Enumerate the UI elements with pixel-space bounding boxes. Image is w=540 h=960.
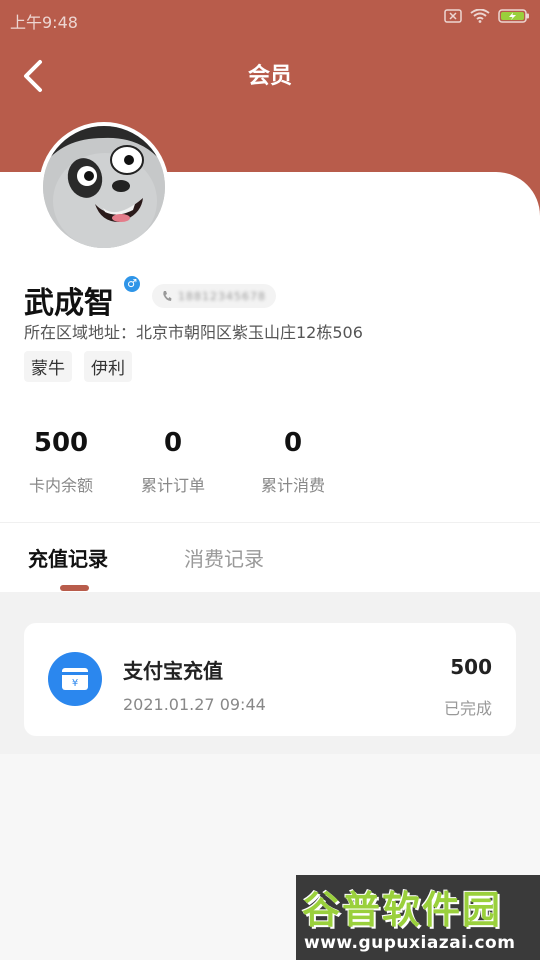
record-time: 2021.01.27 09:44	[123, 695, 266, 714]
tab-recharge-records[interactable]: 充值记录	[28, 543, 108, 572]
record-title: 支付宝充值	[123, 659, 223, 683]
stat-balance[interactable]: 500 卡内余额	[24, 428, 98, 496]
sim-off-icon	[444, 9, 462, 23]
wifi-icon	[470, 9, 490, 23]
tag-item: 伊利	[84, 351, 132, 382]
watermark-logo-text: 谷普软件园	[302, 888, 503, 932]
record-amount: 500	[450, 655, 492, 679]
record-item[interactable]: ¥ 支付宝充值 2021.01.27 09:44 500 已完成	[24, 623, 516, 736]
wallet-yuan-glyph-icon: ¥	[62, 668, 88, 690]
status-time: 上午9:48	[10, 13, 78, 32]
tag-item: 蒙牛	[24, 351, 72, 382]
user-name: 武成智	[24, 286, 114, 321]
stat-spending[interactable]: 0 累计消费	[256, 428, 330, 496]
phone-icon	[163, 291, 172, 301]
status-bar: 上午9:48	[0, 0, 540, 36]
stat-label: 累计订单	[140, 476, 205, 495]
record-status: 已完成	[443, 699, 492, 718]
watermark-url: www.gupuxiazai.com	[304, 933, 516, 953]
site-watermark: 谷普软件园 www.gupuxiazai.com	[296, 875, 540, 960]
avatar[interactable]	[39, 122, 169, 252]
tag-list: 蒙牛 伊利	[24, 351, 132, 382]
male-gender-icon: ♂	[124, 276, 140, 292]
tab-active-indicator	[60, 585, 89, 591]
stat-value: 500	[33, 428, 89, 458]
panda-avatar-icon	[43, 126, 165, 248]
address-text: 所在区域地址：北京市朝阳区紫玉山庄12栋506	[24, 323, 363, 342]
stat-orders[interactable]: 0 累计订单	[136, 428, 210, 496]
svg-text:¥: ¥	[72, 678, 78, 689]
avatar-image	[43, 126, 165, 248]
wallet-yuan-icon: ¥	[48, 652, 102, 706]
records-list: ¥ 支付宝充值 2021.01.27 09:44 500 已完成	[0, 592, 540, 754]
page-title: 会员	[247, 64, 292, 89]
stat-value: 0	[283, 428, 303, 458]
phone-number: 18812345678	[178, 289, 266, 303]
phone-pill[interactable]: 18812345678	[152, 284, 276, 308]
battery-charging-icon	[498, 9, 529, 23]
stat-label: 卡内余额	[28, 476, 93, 495]
stat-value: 0	[163, 428, 183, 458]
status-icons	[444, 8, 530, 24]
stat-label: 累计消费	[260, 476, 325, 495]
tab-bar: 充值记录 消费记录	[0, 522, 540, 592]
tab-consumption-records[interactable]: 消费记录	[184, 543, 264, 572]
